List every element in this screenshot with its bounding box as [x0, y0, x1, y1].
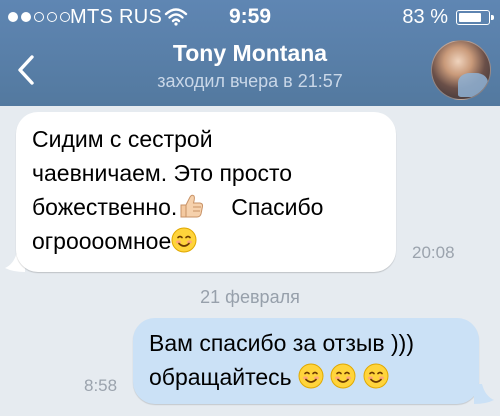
- message-text: огроооомное: [32, 228, 172, 254]
- date-separator: 21 февраля: [200, 287, 300, 307]
- status-bar: MTS RUS 9:59 83 %: [0, 0, 500, 34]
- last-seen-status: заходил вчера в 21:57: [157, 71, 343, 91]
- message-bubble-incoming[interactable]: Сидим с сестрой чаевничаем. Это просто б…: [16, 112, 396, 272]
- message-text: Вам спасибо за отзыв ))): [149, 330, 414, 356]
- message-time: 20:08: [412, 243, 455, 262]
- thumbs-up-emoji-icon: [180, 194, 204, 218]
- message-text: Спасибо: [231, 194, 324, 220]
- smiling-face-emoji-icon: [298, 363, 324, 389]
- message-bubble-outgoing[interactable]: Вам спасибо за отзыв ))) обращайтесь: [133, 318, 479, 404]
- contact-name[interactable]: Tony Montana: [0, 40, 500, 67]
- battery-level: [459, 13, 481, 22]
- smiling-face-emoji-icon: [330, 363, 356, 389]
- battery-icon: [456, 10, 494, 25]
- smiling-face-emoji-icon: [363, 363, 389, 389]
- message-text: Сидим с сестрой: [32, 126, 213, 152]
- message-time: 8:58: [84, 376, 118, 395]
- message-text: обращайтесь: [149, 364, 292, 390]
- smiling-face-emoji-icon: [171, 227, 197, 253]
- battery-percentage: 83 %: [402, 6, 448, 28]
- chat-header: MTS RUS 9:59 83 % Tony Montana заходил в…: [0, 0, 500, 106]
- message-text: чаевничаем. Это просто: [32, 160, 293, 186]
- bubble-tail-outgoing: [474, 384, 494, 404]
- message-text: божественно.: [32, 194, 178, 220]
- contact-avatar[interactable]: [431, 40, 491, 100]
